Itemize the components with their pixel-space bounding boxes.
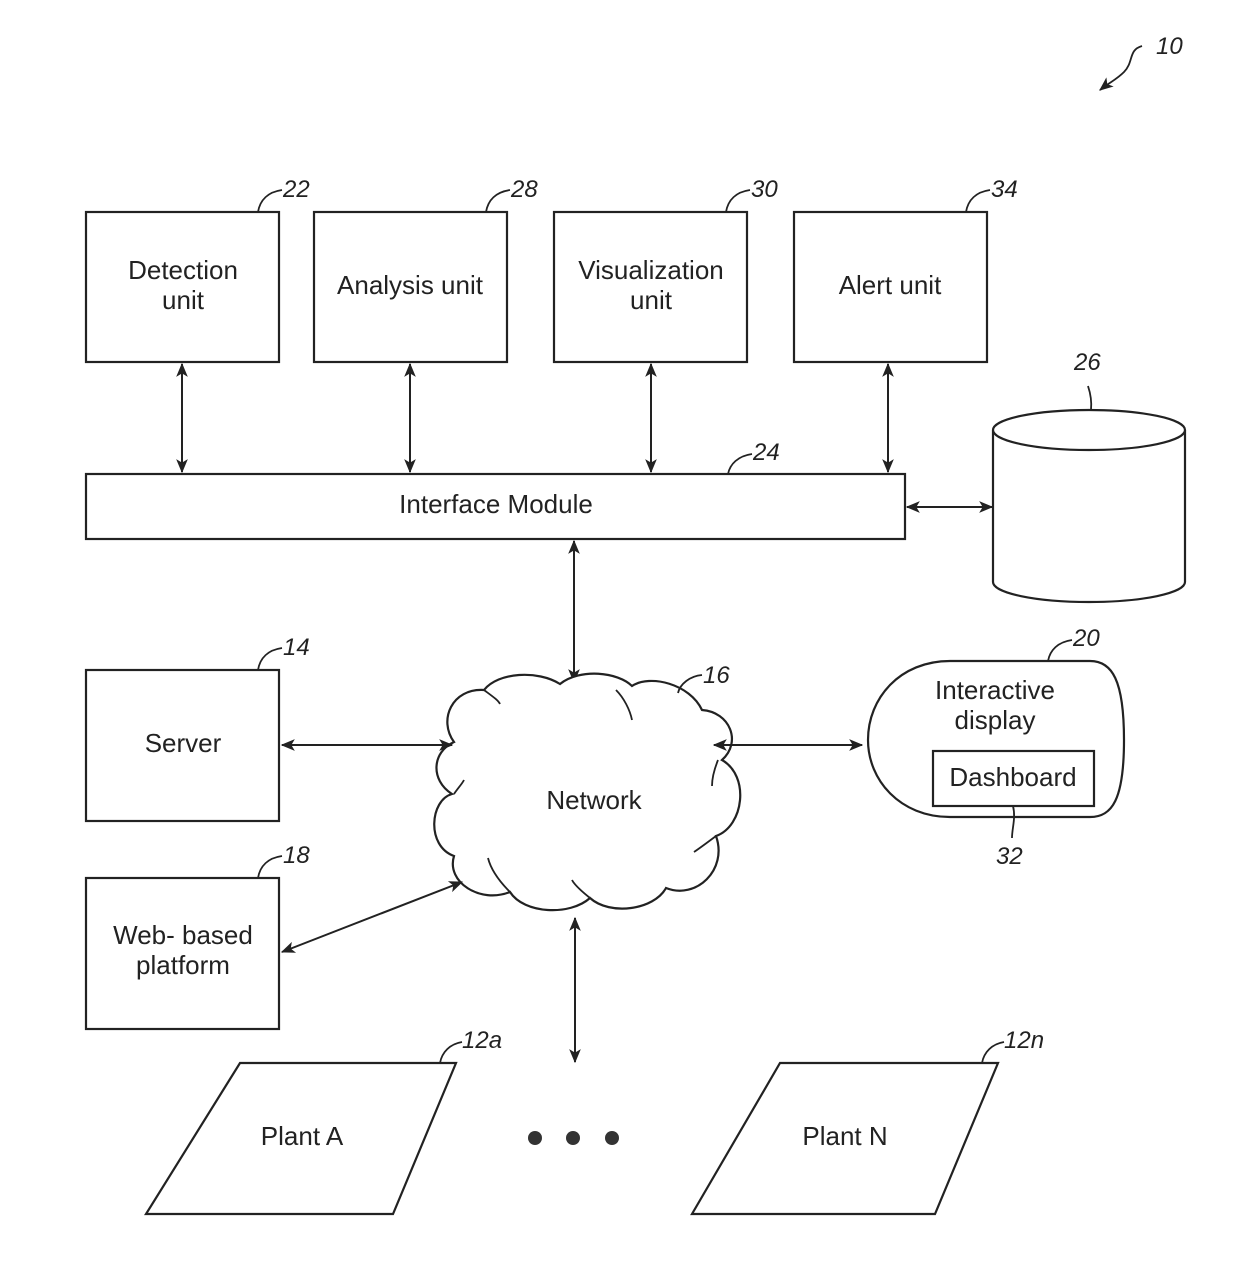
plant-n: Plant N 12n xyxy=(690,1027,1044,1216)
ref-number: 12n xyxy=(1004,1027,1044,1054)
server-label: Server xyxy=(145,728,222,758)
detection-unit-label-line2: unit xyxy=(162,285,205,315)
plants-ellipsis xyxy=(528,1131,619,1145)
alert-unit-label: Alert unit xyxy=(839,270,942,300)
network-label: Network xyxy=(546,785,642,815)
figure-ref-arrow xyxy=(1099,45,1143,91)
leader-line xyxy=(1087,385,1093,411)
leader-line xyxy=(727,453,753,475)
leader-line xyxy=(981,1041,1005,1064)
alert-unit: Alert unit 34 xyxy=(792,176,1018,364)
detection-unit: Detection unit 22 xyxy=(84,176,310,364)
plant-a: Plant A 12a xyxy=(144,1027,502,1216)
ref-number: 34 xyxy=(991,176,1018,203)
leader-line xyxy=(965,189,991,213)
database-cylinder-body xyxy=(991,430,1187,604)
analysis-unit-label: Analysis unit xyxy=(337,270,484,300)
server: Server 14 xyxy=(84,634,310,823)
leader-line xyxy=(257,647,283,671)
system-diagram: 10 Detection unit 22 Analysis unit 28 Vi… xyxy=(84,33,1187,1216)
figure-ref-number: 10 xyxy=(1156,33,1183,60)
web-platform-label-line2: platform xyxy=(136,950,230,980)
ref-number: 12a xyxy=(462,1027,502,1054)
ref-number: 28 xyxy=(510,176,538,203)
leader-line xyxy=(257,189,283,213)
web-platform-label-line1: Web- based xyxy=(113,920,253,950)
database: 26 xyxy=(991,349,1187,604)
ref-number: 14 xyxy=(283,634,310,661)
leader-line xyxy=(1047,639,1073,662)
analysis-unit: Analysis unit 28 xyxy=(312,176,538,364)
interactive-display-label-line1: Interactive xyxy=(935,675,1055,705)
interface-module-label: Interface Module xyxy=(399,489,593,519)
ref-number: 26 xyxy=(1073,349,1101,376)
figure-reference: 10 xyxy=(1099,33,1183,91)
plant-n-label: Plant N xyxy=(802,1121,887,1151)
interface-module: Interface Module 24 xyxy=(84,439,907,541)
database-cylinder-top xyxy=(991,408,1187,452)
ellipsis-dot xyxy=(566,1131,580,1145)
detection-unit-label-line1: Detection xyxy=(128,255,238,285)
visualization-unit: Visualization unit 30 xyxy=(552,176,778,364)
leader-line xyxy=(725,189,751,213)
ref-number: 24 xyxy=(752,439,780,466)
ref-number: 16 xyxy=(703,662,730,689)
leader-line xyxy=(257,855,283,879)
ref-number: 22 xyxy=(282,176,310,203)
dashboard-label: Dashboard xyxy=(949,762,1076,792)
network-cloud: Network 16 xyxy=(433,662,742,912)
ref-number: 32 xyxy=(996,843,1023,870)
ellipsis-dot xyxy=(528,1131,542,1145)
ref-number: 20 xyxy=(1072,625,1100,652)
web-based-platform: Web- based platform 18 xyxy=(84,842,310,1031)
interactive-display-label-line2: display xyxy=(955,705,1036,735)
ellipsis-dot xyxy=(605,1131,619,1145)
visualization-unit-label-line1: Visualization xyxy=(578,255,724,285)
ref-number: 30 xyxy=(751,176,778,203)
leader-line xyxy=(485,189,511,213)
web-platform-network-arrow xyxy=(280,881,464,953)
visualization-unit-label-line2: unit xyxy=(630,285,673,315)
plant-a-label: Plant A xyxy=(261,1121,344,1151)
leader-line xyxy=(439,1041,463,1064)
ref-number: 18 xyxy=(283,842,310,869)
